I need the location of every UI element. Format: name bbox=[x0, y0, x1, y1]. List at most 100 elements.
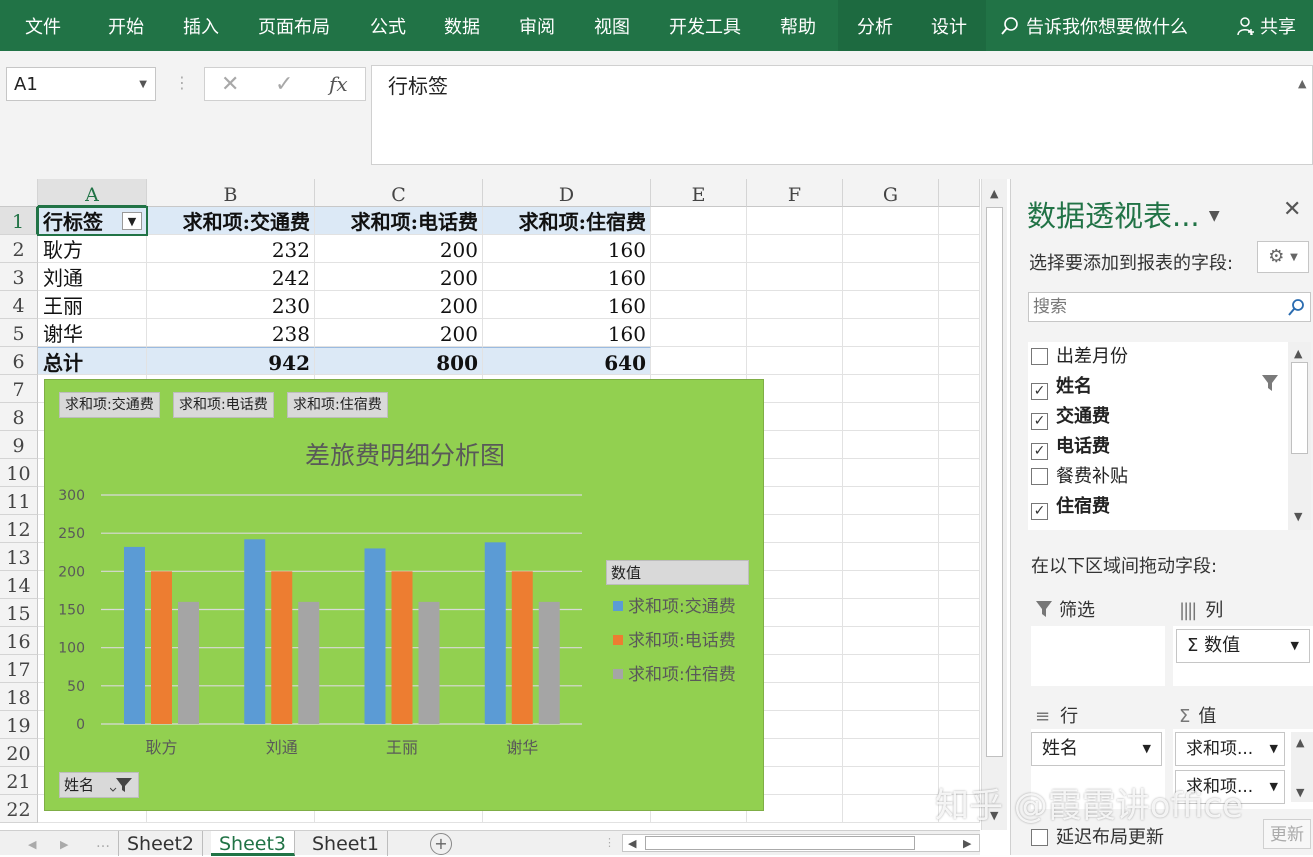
scroll-up-icon[interactable]: ▲ bbox=[990, 187, 998, 200]
cell[interactable] bbox=[747, 319, 843, 347]
h-scroll-thumb[interactable] bbox=[645, 836, 915, 850]
cell[interactable] bbox=[843, 599, 939, 627]
grand-total-value[interactable]: 800 bbox=[315, 347, 483, 375]
checkbox-checked[interactable]: ✓ bbox=[1031, 503, 1048, 520]
more-sheets-icon[interactable]: … bbox=[96, 835, 110, 851]
search-icon[interactable] bbox=[1288, 298, 1306, 316]
legend-item-phone[interactable]: 求和项:电话费 bbox=[613, 626, 736, 651]
pivot-row-label[interactable]: 耿方 bbox=[38, 235, 147, 263]
cell[interactable] bbox=[843, 627, 939, 655]
cell[interactable] bbox=[843, 795, 939, 823]
cell[interactable] bbox=[843, 319, 939, 347]
column-header-g[interactable]: G bbox=[843, 179, 939, 207]
tab-developer[interactable]: 开发工具 bbox=[669, 0, 741, 51]
chevron-down-icon[interactable]: ▼ bbox=[1291, 630, 1299, 662]
bar[interactable] bbox=[538, 601, 560, 724]
cell[interactable] bbox=[747, 291, 843, 319]
bar[interactable] bbox=[151, 571, 172, 724]
cell[interactable] bbox=[939, 235, 980, 263]
chevron-down-icon[interactable]: ▼ bbox=[1270, 771, 1278, 803]
scroll-thumb[interactable] bbox=[986, 207, 1003, 757]
prev-sheet-icon[interactable]: ◀ bbox=[28, 838, 36, 851]
pivot-row-label[interactable]: 谢华 bbox=[38, 319, 147, 347]
bar[interactable] bbox=[484, 542, 506, 724]
cell[interactable] bbox=[843, 207, 939, 235]
tab-file[interactable]: 文件 bbox=[25, 0, 61, 51]
pivot-value-cell[interactable]: 230 bbox=[147, 291, 315, 319]
row-label-filter-icon[interactable]: ▼ bbox=[122, 212, 142, 230]
row-header-16[interactable]: 16 bbox=[0, 627, 38, 655]
row-header-18[interactable]: 18 bbox=[0, 683, 38, 711]
pivot-value-header[interactable]: 求和项:住宿费 bbox=[483, 207, 651, 235]
pivot-row-label[interactable]: 刘通 bbox=[38, 263, 147, 291]
cell[interactable] bbox=[939, 599, 980, 627]
pivot-value-cell[interactable]: 200 bbox=[315, 263, 483, 291]
value-field-1[interactable]: 求和项... ▼ bbox=[1175, 732, 1285, 766]
formula-input[interactable]: 行标签 bbox=[371, 65, 1313, 165]
cell[interactable] bbox=[939, 571, 980, 599]
drag-handle-icon[interactable]: ⋮ bbox=[174, 73, 190, 92]
field-item[interactable]: 餐费补贴 bbox=[1031, 462, 1128, 492]
cell[interactable] bbox=[939, 347, 980, 375]
pivot-chart[interactable]: 求和项:交通费 求和项:电话费 求和项:住宿费 差旅费明细分析图 0 50 100 1… bbox=[44, 379, 764, 811]
field-item[interactable]: ✓ 住宿费 bbox=[1031, 492, 1110, 522]
horizontal-scrollbar[interactable]: ◀ ▶ bbox=[622, 834, 980, 852]
cell[interactable] bbox=[843, 403, 939, 431]
add-sheet-icon[interactable]: + bbox=[430, 833, 452, 855]
pivot-value-header[interactable]: 求和项:电话费 bbox=[315, 207, 483, 235]
cell[interactable] bbox=[843, 235, 939, 263]
cancel-icon[interactable]: ✕ bbox=[221, 72, 239, 97]
cell[interactable] bbox=[939, 543, 980, 571]
bar[interactable] bbox=[298, 601, 320, 724]
name-box[interactable]: A1 ▼ bbox=[6, 67, 156, 101]
column-header-e[interactable]: E bbox=[651, 179, 747, 207]
row-header-10[interactable]: 10 bbox=[0, 459, 38, 487]
pivot-value-cell[interactable]: 200 bbox=[315, 319, 483, 347]
close-icon[interactable]: ✕ bbox=[1283, 197, 1301, 222]
tab-page-layout[interactable]: 页面布局 bbox=[258, 0, 330, 51]
pivot-value-cell[interactable]: 160 bbox=[483, 291, 651, 319]
bar[interactable] bbox=[271, 571, 293, 724]
row-header-22[interactable]: 22 bbox=[0, 795, 38, 823]
pivot-value-cell[interactable]: 160 bbox=[483, 235, 651, 263]
field-list-scrollbar[interactable]: ▲ ▼ bbox=[1288, 342, 1311, 530]
scroll-right-icon[interactable]: ▶ bbox=[963, 837, 971, 850]
legend-item-lodging[interactable]: 求和项:住宿费 bbox=[613, 660, 736, 685]
pivot-value-cell[interactable]: 160 bbox=[483, 319, 651, 347]
cell[interactable] bbox=[843, 459, 939, 487]
row-header-15[interactable]: 15 bbox=[0, 599, 38, 627]
confirm-icon[interactable]: ✓ bbox=[275, 72, 293, 97]
cell[interactable] bbox=[843, 571, 939, 599]
pivot-value-cell[interactable]: 200 bbox=[315, 235, 483, 263]
row-header-8[interactable]: 8 bbox=[0, 403, 38, 431]
bar[interactable] bbox=[244, 539, 266, 724]
tab-review[interactable]: 审阅 bbox=[519, 0, 555, 51]
tab-insert[interactable]: 插入 bbox=[183, 0, 219, 51]
next-sheet-icon[interactable]: ▶ bbox=[60, 838, 68, 851]
cell[interactable] bbox=[747, 235, 843, 263]
bar[interactable] bbox=[391, 571, 413, 724]
tab-formulas[interactable]: 公式 bbox=[370, 0, 406, 51]
row-field-name[interactable]: 姓名 ▼ bbox=[1031, 732, 1162, 766]
field-scroll-thumb[interactable] bbox=[1291, 362, 1308, 454]
pivot-row-label[interactable]: 王丽 bbox=[38, 291, 147, 319]
axis-field-button[interactable]: 姓名 bbox=[59, 772, 139, 798]
row-header-9[interactable]: 9 bbox=[0, 431, 38, 459]
cell[interactable] bbox=[939, 515, 980, 543]
cell[interactable] bbox=[747, 347, 843, 375]
row-header-6[interactable]: 6 bbox=[0, 347, 38, 375]
vertical-scrollbar[interactable]: ▲ ▼ bbox=[981, 179, 1007, 830]
scroll-down-icon[interactable]: ▼ bbox=[1294, 510, 1302, 523]
cell[interactable] bbox=[939, 655, 980, 683]
pivot-value-header[interactable]: 求和项:交通费 bbox=[147, 207, 315, 235]
checkbox[interactable] bbox=[1031, 348, 1048, 365]
collapse-formula-icon[interactable]: ▲ bbox=[1298, 77, 1306, 90]
cell[interactable] bbox=[651, 291, 747, 319]
scroll-left-icon[interactable]: ◀ bbox=[628, 837, 636, 850]
column-header-h[interactable] bbox=[939, 179, 980, 207]
tab-analyze[interactable]: 分析 bbox=[838, 0, 912, 51]
cell[interactable] bbox=[651, 207, 747, 235]
cell[interactable] bbox=[843, 515, 939, 543]
cell[interactable] bbox=[651, 263, 747, 291]
columns-drop-area[interactable]: Σ 数值 ▼ bbox=[1173, 626, 1313, 686]
